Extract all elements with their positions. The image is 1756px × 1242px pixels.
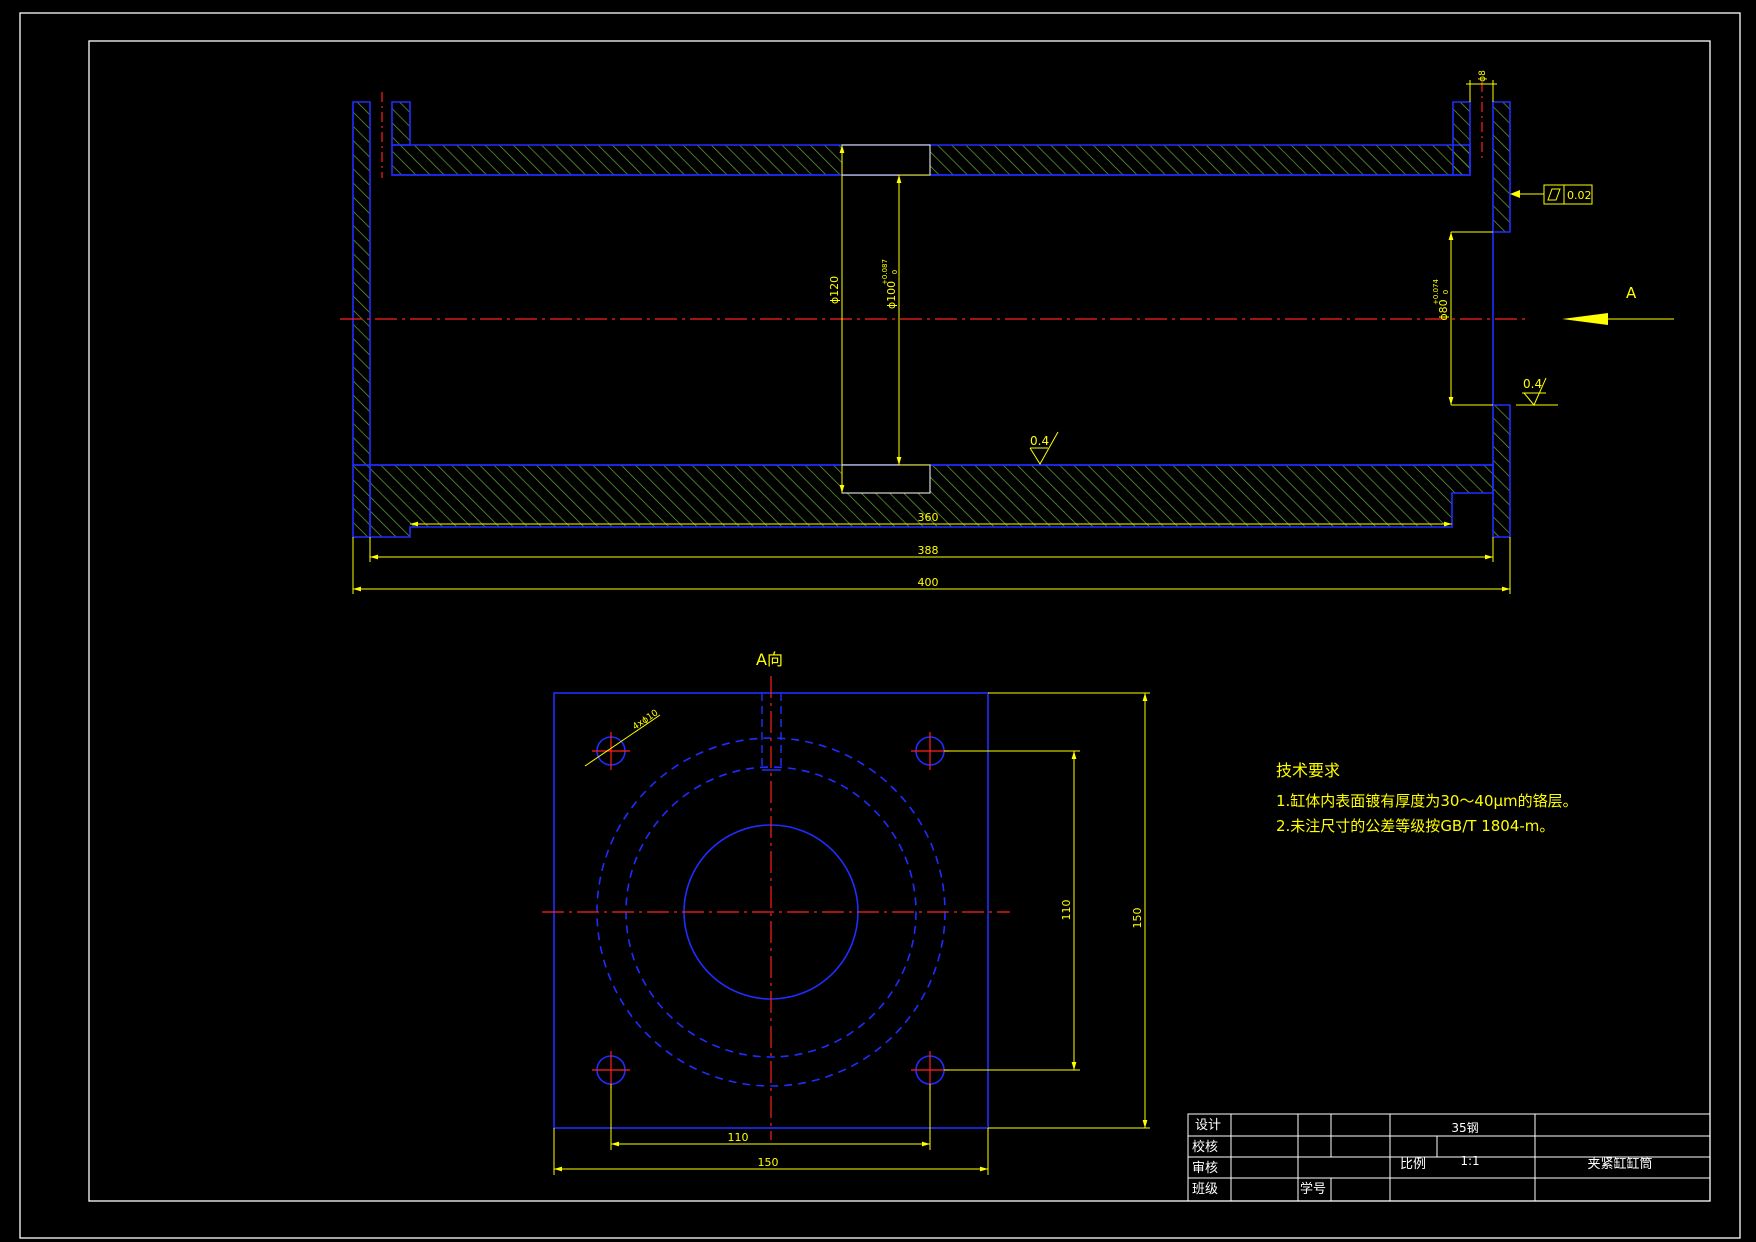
left-flange [352, 101, 371, 466]
right-flange-upper [1452, 101, 1471, 176]
dim-mid-length: 388 [918, 544, 939, 557]
tb-scale-label: 比例 [1400, 1157, 1426, 1172]
roughness-inner: 0.4 [1030, 434, 1049, 448]
dim-outer-length: 400 [918, 576, 939, 589]
tb-part-name: 夹紧缸缸筒 [1587, 1156, 1652, 1172]
tech-notes: 技术要求 1.缸体内表面镀有厚度为30～40μm的铬层。 2.未注尺寸的公差等级… [1276, 761, 1578, 835]
dim-hole: ϕ8 [1478, 70, 1488, 82]
hole-callout: 4xϕ10 [631, 708, 660, 732]
section-view: 360 388 400 ϕ120 ϕ100 +0.087 0 ϕ80 +0.07… [340, 70, 1674, 594]
engineering-drawing: 360 388 400 ϕ120 ϕ100 +0.087 0 ϕ80 +0.07… [19, 12, 1741, 1239]
roughness-end: 0.4 [1523, 377, 1542, 391]
a-view: A向 4xϕ10 110 150 110 150 [542, 650, 1150, 1175]
tb-scale-value: 1:1 [1460, 1154, 1479, 1168]
dim-hole-spacing-v: 110 [1060, 900, 1073, 921]
a-view-title: A向 [756, 650, 783, 669]
left-flange-lower [352, 464, 371, 538]
sheet-outer-border [19, 12, 1741, 1239]
dim-dia-end-tol-low: 0 [1442, 290, 1450, 294]
tb-material: 35钢 [1451, 1121, 1478, 1135]
view-marker: A [1626, 284, 1637, 302]
tb-check: 校核 [1192, 1139, 1218, 1155]
dim-dia-bore-tol: +0.087 [881, 259, 889, 285]
tb-student-id: 学号 [1300, 1181, 1326, 1197]
tb-review: 审核 [1192, 1161, 1218, 1176]
left-flange-upper [391, 101, 411, 146]
flatness-icon [1547, 188, 1561, 201]
tech-note-1: 1.缸体内表面镀有厚度为30～40μm的铬层。 [1276, 792, 1578, 810]
top-wall [391, 144, 1471, 176]
dim-dia-outer: ϕ120 [828, 276, 841, 304]
dim-inner-length: 360 [918, 511, 939, 524]
tb-class: 班级 [1192, 1182, 1218, 1197]
dim-dia-bore-tol-low: 0 [891, 270, 899, 274]
tb-design: 设计 [1195, 1118, 1221, 1133]
right-flange [1492, 101, 1511, 233]
bottom-wall [369, 464, 1494, 538]
drawing-canvas: 360 388 400 ϕ120 ϕ100 +0.087 0 ϕ80 +0.07… [0, 0, 1756, 1242]
view-arrow-icon [1562, 313, 1608, 325]
dim-width-v: 150 [1131, 908, 1144, 929]
dim-dia-end-tol: +0.074 [1432, 279, 1440, 305]
right-flange-lower [1492, 404, 1511, 538]
flatness-value: 0.02 [1567, 189, 1592, 202]
tech-note-2: 2.未注尺寸的公差等级按GB/T 1804-m。 [1276, 817, 1554, 835]
tech-notes-title: 技术要求 [1276, 761, 1340, 780]
dim-width-h: 150 [758, 1156, 779, 1169]
dim-hole-spacing-h: 110 [728, 1131, 749, 1144]
